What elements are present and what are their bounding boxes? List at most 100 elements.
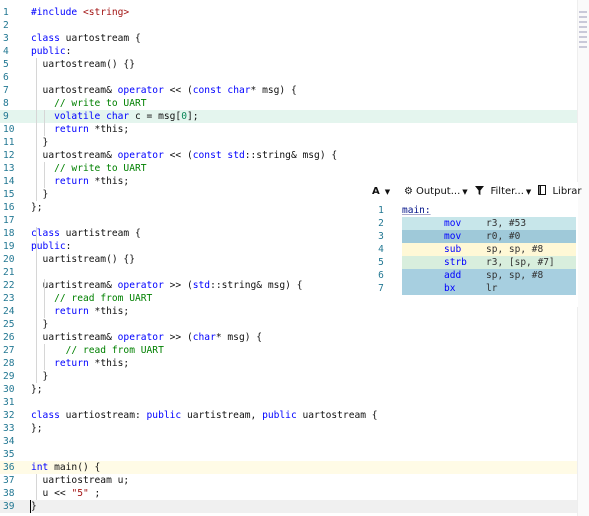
line-number: 5	[3, 59, 9, 70]
code-line[interactable]: 8 // write to UART	[0, 97, 578, 110]
line-code: }	[31, 501, 37, 512]
code-line[interactable]: 26 uartistream& operator >> (char* msg) …	[0, 331, 578, 344]
line-code: };	[31, 384, 43, 395]
asm-line-number: 1	[378, 205, 384, 216]
asm-line[interactable]: 2 mov r3, #53	[366, 217, 578, 230]
line-number: 10	[3, 124, 15, 135]
line-code: }	[31, 189, 49, 200]
asm-opcode: mov	[444, 231, 462, 242]
line-number: 2	[3, 20, 9, 31]
code-line[interactable]: 29 }	[0, 370, 578, 383]
asm-line-number: 7	[378, 283, 384, 294]
filter-dropdown[interactable]: Filter... ▼	[475, 185, 531, 199]
code-line[interactable]: 7 uartostream& operator << (const char* …	[0, 84, 578, 97]
line-number: 18	[3, 228, 15, 239]
code-line[interactable]: 9 volatile char c = msg[0];	[0, 110, 578, 123]
code-line[interactable]: 12 uartostream& operator << (const std::…	[0, 149, 578, 162]
book-icon	[538, 185, 549, 197]
line-number: 19	[3, 241, 15, 252]
asm-label[interactable]: main:	[402, 204, 431, 217]
output-dropdown[interactable]: ⚙ Output... ▼	[404, 185, 468, 199]
asm-line-number: 2	[378, 218, 384, 229]
indent-guide	[36, 474, 37, 500]
code-line[interactable]: 6	[0, 71, 578, 84]
line-code: class uartiostream: public uartistream, …	[31, 410, 378, 421]
code-line[interactable]: 5 uartostream() {}	[0, 58, 578, 71]
asm-opcode: sub	[444, 244, 462, 255]
line-code: // write to UART	[54, 98, 147, 109]
indent-guide	[44, 110, 45, 136]
line-number: 25	[3, 319, 15, 330]
asm-opcode: mov	[444, 218, 462, 229]
editor-scrollbar[interactable]	[577, 0, 589, 516]
asm-instruction: strb r3, [sp, #7]	[402, 256, 576, 269]
code-line[interactable]: 33};	[0, 422, 578, 435]
code-line[interactable]: 1 #include <string>	[0, 6, 578, 19]
editor-minimap[interactable]	[578, 8, 588, 63]
indent-guide	[36, 58, 37, 201]
line-code: // read from UART	[65, 345, 164, 356]
line-code: public:	[31, 241, 72, 252]
code-line[interactable]: 35	[0, 448, 578, 461]
line-number: 1	[3, 7, 9, 18]
asm-instruction: mov r3, #53	[402, 217, 576, 230]
code-line[interactable]: 2	[0, 19, 578, 32]
line-number: 16	[3, 202, 15, 213]
code-line[interactable]: 27 // read from UART	[0, 344, 578, 357]
asm-line[interactable]: 1 main:	[366, 204, 578, 217]
code-line[interactable]: 28 return *this;	[0, 357, 578, 370]
code-line[interactable]: 3 class uartostream {	[0, 32, 578, 45]
line-number: 26	[3, 332, 15, 343]
asm-operands: lr	[486, 283, 498, 294]
asm-line[interactable]: 7 bx lr	[366, 282, 578, 295]
code-line[interactable]: 25 }	[0, 318, 578, 331]
asm-line[interactable]: 5 strb r3, [sp, #7]	[366, 256, 578, 269]
font-size-dropdown[interactable]: A ▼	[372, 185, 390, 199]
asm-instruction: bx lr	[402, 282, 576, 295]
code-line[interactable]: 30};	[0, 383, 578, 396]
line-number: 9	[3, 111, 9, 122]
code-line[interactable]: 4 public:	[0, 45, 578, 58]
indent-guide	[44, 162, 45, 188]
asm-line[interactable]: 3 mov r0, #0	[366, 230, 578, 243]
line-code: #include <string>	[31, 7, 130, 18]
code-line[interactable]: 34	[0, 435, 578, 448]
libraries-button[interactable]: Librar	[538, 185, 582, 199]
line-code: class uartistream {	[31, 228, 141, 239]
line-number: 23	[3, 293, 15, 304]
asm-line[interactable]: 6 add sp, sp, #8	[366, 269, 578, 282]
line-code: uartistream() {}	[31, 254, 135, 265]
chevron-down-icon: ▼	[525, 188, 532, 196]
code-line[interactable]: 36 int main() {	[0, 461, 578, 474]
asm-opcode: bx	[444, 283, 456, 294]
asm-operands: sp, sp, #8	[486, 244, 544, 255]
line-number: 22	[3, 280, 15, 291]
asm-line[interactable]: 4 sub sp, sp, #8	[366, 243, 578, 256]
code-line[interactable]: 38 u << "5" ;	[0, 487, 578, 500]
code-line[interactable]: 11 }	[0, 136, 578, 149]
line-code: uartostream& operator << (const std::str…	[31, 150, 338, 161]
output-label: Output...	[415, 186, 461, 197]
line-code: public:	[31, 46, 72, 57]
code-line[interactable]: 32 class uartiostream: public uartistream…	[0, 409, 578, 422]
line-number: 38	[3, 488, 15, 499]
line-code: int main() {	[31, 462, 101, 473]
line-code: uartistream& operator >> (char* msg) {	[31, 332, 263, 343]
line-number: 6	[3, 72, 9, 83]
gear-icon: ⚙	[404, 186, 413, 197]
chevron-down-icon: ▼	[384, 188, 391, 196]
code-line[interactable]: 13 // write to UART	[0, 162, 578, 175]
line-number: 32	[3, 410, 15, 421]
code-line[interactable]: 37 uartiostream u;	[0, 474, 578, 487]
chevron-down-icon: ▼	[462, 188, 468, 196]
libraries-label: Librar	[552, 186, 582, 197]
indent-guide	[44, 344, 45, 370]
line-number: 15	[3, 189, 15, 200]
code-line[interactable]: 10 return *this;	[0, 123, 578, 136]
code-line[interactable]: 39}	[0, 500, 578, 513]
code-line[interactable]: 31	[0, 396, 578, 409]
asm-operands: r3, [sp, #7]	[486, 257, 555, 268]
line-number: 31	[3, 397, 15, 408]
line-code: uartiostream u;	[31, 475, 130, 486]
asm-instruction: main:	[402, 204, 576, 217]
